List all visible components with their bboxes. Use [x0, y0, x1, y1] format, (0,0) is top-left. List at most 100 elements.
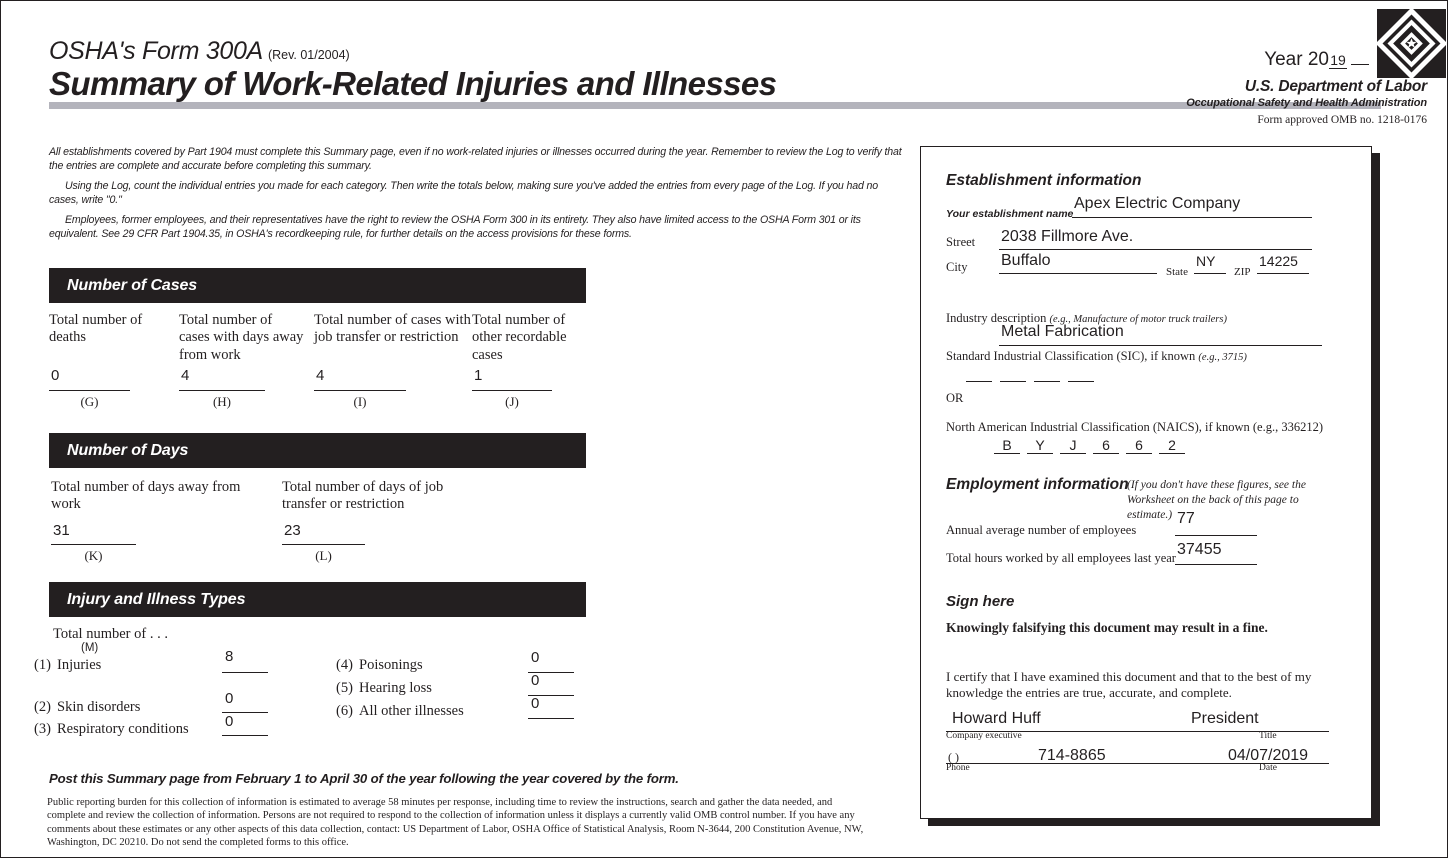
zip-value[interactable]: 14225	[1259, 253, 1298, 269]
company-executive-value[interactable]: Howard Huff	[952, 710, 1041, 728]
title-divider	[49, 102, 1381, 109]
types-value-injuries[interactable]: 8	[225, 648, 233, 665]
cases-label-g: Total number of deaths	[49, 312, 143, 346]
state-label: State	[1166, 266, 1188, 278]
types-label-respiratory: Respiratory conditions	[57, 721, 189, 737]
state-value[interactable]: NY	[1196, 253, 1215, 269]
cases-value-j[interactable]: 1	[474, 367, 482, 384]
section-header-number-of-cases: Number of Cases	[49, 268, 586, 303]
types-total-label: Total number of . . .	[53, 626, 168, 642]
total-hours-label: Total hours worked by all employees last…	[946, 551, 1176, 565]
dol-seal-icon	[1377, 9, 1446, 78]
days-value-k[interactable]: 31	[53, 522, 70, 539]
types-label-skin-disorders: Skin disorders	[57, 699, 141, 715]
naics-digit-3[interactable]: J	[1060, 437, 1086, 454]
days-rule-l	[282, 544, 365, 545]
cases-code-h: (H)	[212, 394, 232, 409]
cases-rule-j	[472, 390, 552, 391]
types-rule-injuries	[222, 672, 268, 673]
industry-value[interactable]: Metal Fabrication	[1001, 323, 1124, 341]
year-value-field[interactable]: 19	[1329, 53, 1347, 69]
page-title: Summary of Work-Related Injuries and Ill…	[49, 65, 777, 102]
types-value-hearing-loss[interactable]: 0	[531, 672, 539, 689]
year-blank-field[interactable]	[1351, 50, 1369, 65]
employment-hint: (If you don't have these figures, see th…	[1127, 479, 1306, 521]
establishment-name-label: Your establishment name	[946, 208, 1074, 220]
sic-label: Standard Industrial Classification (SIC)…	[946, 349, 1247, 364]
street-value[interactable]: 2038 Fillmore Ave.	[1001, 228, 1133, 246]
types-value-poisonings[interactable]: 0	[531, 649, 539, 666]
establishment-name-value[interactable]: Apex Electric Company	[1074, 195, 1240, 213]
sic-digit-1[interactable]	[966, 367, 992, 382]
cases-value-h[interactable]: 4	[181, 367, 189, 384]
types-num-2: (2)	[34, 699, 51, 715]
street-label: Street	[946, 235, 976, 249]
types-label-other-illnesses: All other illnesses	[359, 703, 464, 719]
year-block: Year 2019	[1264, 49, 1369, 71]
date-label: Date	[1259, 763, 1277, 773]
intro-paragraphs: All establishments covered by Part 1904 …	[49, 145, 907, 247]
sic-digit-2[interactable]	[1000, 367, 1026, 382]
naics-digit-1[interactable]: B	[994, 437, 1020, 454]
post-instruction: Post this Summary page from February 1 t…	[49, 771, 679, 786]
cases-label-h: Total number of cases with days away fro…	[179, 312, 304, 363]
types-label-poisonings: Poisonings	[359, 657, 423, 673]
form-number-block: OSHA's Form 300A (Rev. 01/2004)	[49, 37, 350, 66]
avg-employees-label: Annual average number of employees	[946, 523, 1137, 537]
intro-paragraph-2: Using the Log, count the individual entr…	[49, 180, 878, 207]
cases-rule-h	[179, 390, 265, 391]
types-num-3: (3)	[34, 721, 51, 737]
title-value[interactable]: President	[1191, 710, 1259, 728]
sic-digit-4[interactable]	[1068, 367, 1094, 382]
employment-heading: Employment information	[946, 476, 1129, 494]
avg-employees-value[interactable]: 77	[1177, 510, 1195, 528]
days-code-k: (K)	[84, 548, 103, 563]
sic-digit-3[interactable]	[1034, 367, 1060, 382]
street-rule	[999, 249, 1312, 250]
total-hours-rule	[1175, 564, 1257, 565]
total-hours-value[interactable]: 37455	[1177, 541, 1222, 559]
cases-label-i: Total number of cases with job transfer …	[314, 312, 471, 346]
types-value-respiratory[interactable]: 0	[225, 713, 233, 730]
cases-rule-i	[314, 390, 406, 391]
sic-label-text: Standard Industrial Classification (SIC)…	[946, 349, 1196, 363]
types-num-6: (6)	[336, 703, 353, 719]
cases-code-g: (G)	[80, 394, 99, 409]
types-rule-respiratory	[222, 735, 268, 736]
cases-label-j: Total number of other recordable cases	[472, 312, 567, 363]
falsify-warning: Knowingly falsifying this document may r…	[946, 620, 1268, 635]
naics-digit-5[interactable]: 6	[1126, 437, 1152, 454]
types-value-other-illnesses[interactable]: 0	[531, 695, 539, 712]
agency-block: U.S. Department of Labor Occupational Sa…	[1186, 78, 1427, 109]
city-value[interactable]: Buffalo	[1001, 252, 1051, 270]
establishment-name-rule	[1072, 217, 1312, 218]
zip-label: ZIP	[1234, 266, 1251, 278]
types-rule-other-illnesses	[528, 718, 574, 719]
days-value-l[interactable]: 23	[284, 522, 301, 539]
cases-code-i: (I)	[353, 394, 367, 409]
naics-digit-2[interactable]: Y	[1027, 437, 1053, 454]
burden-statement: Public reporting burden for this collect…	[47, 797, 864, 849]
types-value-skin-disorders[interactable]: 0	[225, 690, 233, 707]
year-label: Year 20	[1264, 49, 1329, 70]
zip-rule	[1257, 273, 1309, 274]
sic-hint: (e.g., 3715)	[1198, 352, 1247, 363]
naics-digit-6[interactable]: 2	[1159, 437, 1185, 454]
city-label: City	[946, 260, 968, 274]
form-revision: (Rev. 01/2004)	[267, 48, 350, 62]
types-num-5: (5)	[336, 680, 353, 696]
types-label-injuries: Injuries	[57, 657, 102, 673]
industry-rule	[999, 345, 1322, 346]
phone-label: Phone	[946, 763, 970, 773]
certification-text: I certify that I have examined this docu…	[946, 669, 1312, 701]
types-num-4: (4)	[336, 657, 353, 673]
city-rule	[999, 273, 1157, 274]
naics-digit-4[interactable]: 6	[1093, 437, 1119, 454]
cases-value-i[interactable]: 4	[316, 367, 324, 384]
naics-label: North American Industrial Classification…	[946, 420, 1324, 434]
or-label: OR	[946, 391, 964, 405]
cases-value-g[interactable]: 0	[51, 367, 59, 384]
days-label-l: Total number of days of job transfer or …	[282, 479, 444, 513]
osha-form-300a-page: OSHA's Form 300A (Rev. 01/2004) Summary o…	[0, 0, 1448, 858]
agency-name: U.S. Department of Labor	[1244, 78, 1427, 95]
